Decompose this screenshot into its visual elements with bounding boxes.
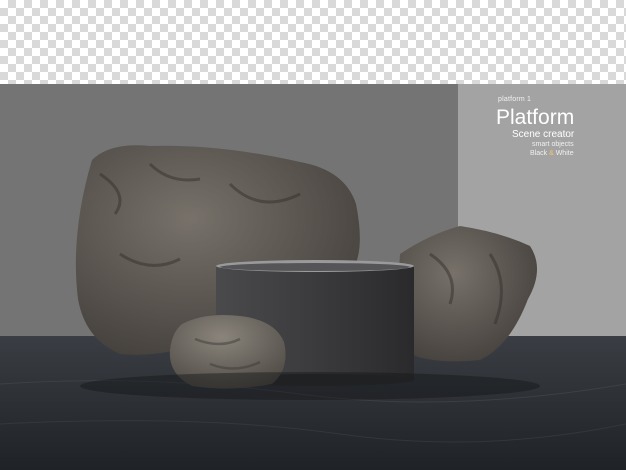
transparency-checkerboard	[0, 0, 626, 84]
line1-text: smart objects	[532, 141, 574, 148]
line2-text: Black & White	[530, 150, 574, 157]
line2-a: Black	[530, 150, 548, 157]
line2-b: White	[555, 150, 574, 157]
caption-text: platform 1	[498, 96, 532, 103]
label-block: platform 1 Platform Scene creator smart …	[458, 84, 626, 224]
title-text: Platform	[496, 106, 575, 129]
line2-amp: &	[549, 150, 554, 157]
subtitle-text: Scene creator	[512, 129, 575, 140]
